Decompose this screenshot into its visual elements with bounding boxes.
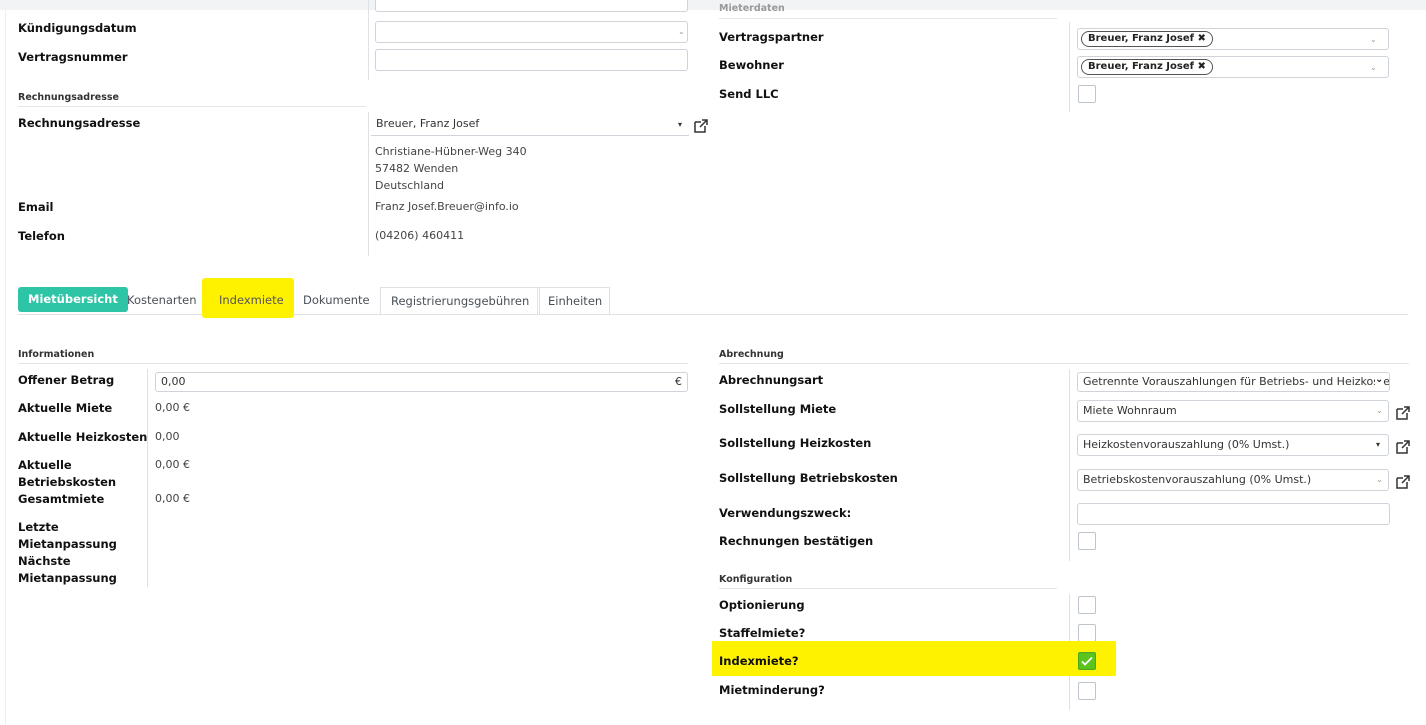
aktuelle-betriebskosten-label-1: Aktuelle xyxy=(18,458,72,472)
verwendungszweck-label: Verwendungszweck: xyxy=(719,506,852,520)
mietminderung-checkbox[interactable] xyxy=(1078,682,1096,700)
sollstellung-betriebskosten-select[interactable]: Betriebskostenvorauszahlung (0% Umst.) xyxy=(1077,469,1389,491)
email-label: Email xyxy=(18,200,54,214)
abrechnungsart-label: Abrechnungsart xyxy=(719,373,824,387)
tab-einheiten[interactable]: Einheiten xyxy=(537,287,610,314)
address-country: Deutschland xyxy=(375,179,445,192)
external-link-icon[interactable] xyxy=(1395,405,1411,421)
offener-betrag-field[interactable]: 0,00 xyxy=(155,372,688,392)
informationen-section: Informationen xyxy=(18,349,95,360)
gesamtmiete-label: Gesamtmiete xyxy=(18,492,105,506)
vertragspartner-tag[interactable]: Breuer, Franz Josef ✖ xyxy=(1081,31,1213,47)
letzte-mietanpassung-label-2: Mietanpassung xyxy=(18,537,117,551)
sollstellung-miete-label: Sollstellung Miete xyxy=(719,402,837,416)
verwendungszweck-field[interactable] xyxy=(1077,503,1390,525)
checkmark-icon xyxy=(1081,656,1093,666)
external-link-icon[interactable] xyxy=(693,118,709,134)
bewohner-label: Bewohner xyxy=(719,58,784,72)
rechnungen-bestaetigen-checkbox[interactable] xyxy=(1078,532,1096,550)
remove-icon[interactable]: ✖ xyxy=(1197,61,1205,72)
mietminderung-label: Mietminderung? xyxy=(719,683,825,697)
aktuelle-miete-value: 0,00 € xyxy=(155,401,190,414)
vertragsnummer-field[interactable] xyxy=(375,49,688,71)
indexmiete-label: Indexmiete? xyxy=(719,654,799,668)
kuendigungsdatum-select[interactable] xyxy=(375,21,688,43)
rechnungsadresse-section: Rechnungsadresse xyxy=(18,92,119,103)
vertragsnummer-label: Vertragsnummer xyxy=(18,50,128,64)
external-link-icon[interactable] xyxy=(1395,474,1411,490)
column-divider xyxy=(1069,369,1070,561)
caret-down-icon: ▾ xyxy=(1376,440,1381,449)
naechste-mietanpassung-label-2: Mietanpassung xyxy=(18,571,117,585)
vertragspartner-label: Vertragspartner xyxy=(719,30,824,44)
email-value: Franz Josef.Breuer@info.io xyxy=(375,200,519,213)
chevron-down-icon: ⌄ xyxy=(1370,35,1377,44)
abrechnungsart-select[interactable]: Getrennte Vorauszahlungen für Betriebs- … xyxy=(1077,372,1390,392)
currency-symbol: € xyxy=(675,375,682,388)
divider xyxy=(18,106,366,107)
top-cut-field[interactable] xyxy=(375,0,688,12)
send-llc-label: Send LLC xyxy=(719,87,779,101)
indexmiete-checkbox[interactable] xyxy=(1078,652,1096,670)
aktuelle-heizkosten-label: Aktuelle Heizkosten xyxy=(18,430,148,444)
kuendigungsdatum-label: Kündigungsdatum xyxy=(18,21,137,35)
chevron-down-icon: ⌄ xyxy=(1375,374,1384,385)
offener-betrag-label: Offener Betrag xyxy=(18,373,115,387)
tab-indexmiete[interactable]: Indexmiete xyxy=(209,287,294,314)
send-llc-checkbox[interactable] xyxy=(1078,85,1096,103)
chevron-down-icon: ⌄ xyxy=(1376,406,1383,415)
chevron-down-icon: ⌄ xyxy=(1376,475,1383,484)
divider xyxy=(719,588,1057,589)
rechnungsadresse-label: Rechnungsadresse xyxy=(18,116,141,130)
caret-down-icon: ▾ xyxy=(678,120,683,129)
tab-dokumente[interactable]: Dokumente xyxy=(293,287,381,314)
tab-mietuebersicht[interactable]: Mietübersicht xyxy=(18,287,128,312)
page-edge xyxy=(5,10,6,725)
tag-label: Breuer, Franz Josef xyxy=(1088,61,1194,72)
sollstellung-miete-select[interactable]: Miete Wohnraum xyxy=(1077,400,1389,422)
konfiguration-section: Konfiguration xyxy=(719,574,793,585)
aktuelle-heizkosten-value: 0,00 xyxy=(155,430,180,443)
staffelmiete-label: Staffelmiete? xyxy=(719,626,806,640)
chevron-down-icon: ⌄ xyxy=(678,27,685,36)
naechste-mietanpassung-label-1: Nächste xyxy=(18,554,71,568)
tab-kostenarten[interactable]: Kostenarten xyxy=(117,287,207,314)
column-divider xyxy=(368,112,369,256)
sollstellung-betriebskosten-label: Sollstellung Betriebskosten xyxy=(719,471,898,485)
divider xyxy=(719,363,1409,364)
column-divider xyxy=(368,0,369,80)
address-city: 57482 Wenden xyxy=(375,162,459,175)
tab-registrierungsgebuehren[interactable]: Registrierungsgebühren xyxy=(380,287,541,314)
chevron-down-icon: ⌄ xyxy=(1370,63,1377,72)
bewohner-tag[interactable]: Breuer, Franz Josef ✖ xyxy=(1081,59,1213,75)
letzte-mietanpassung-label-1: Letzte xyxy=(18,520,59,534)
aktuelle-betriebskosten-label-2: Betriebskosten xyxy=(18,475,117,489)
divider xyxy=(719,18,1057,19)
address-street: Christiane-Hübner-Weg 340 xyxy=(375,145,527,158)
external-link-icon[interactable] xyxy=(1395,439,1411,455)
mieterdaten-section: Mieterdaten xyxy=(719,3,785,14)
remove-icon[interactable]: ✖ xyxy=(1197,33,1205,44)
column-divider xyxy=(147,369,148,587)
aktuelle-betriebskosten-value: 0,00 € xyxy=(155,458,190,471)
optionierung-label: Optionierung xyxy=(719,598,805,612)
rechnungsadresse-select[interactable]: Breuer, Franz Josef xyxy=(371,114,689,136)
column-divider xyxy=(1069,22,1070,112)
abrechnung-section: Abrechnung xyxy=(719,349,784,360)
optionierung-checkbox[interactable] xyxy=(1078,596,1096,614)
gesamtmiete-value: 0,00 € xyxy=(155,492,190,505)
staffelmiete-checkbox[interactable] xyxy=(1078,624,1096,642)
sollstellung-heizkosten-label: Sollstellung Heizkosten xyxy=(719,436,872,450)
sollstellung-heizkosten-select[interactable]: Heizkostenvorauszahlung (0% Umst.) xyxy=(1077,434,1389,456)
telefon-label: Telefon xyxy=(18,229,65,243)
tag-label: Breuer, Franz Josef xyxy=(1088,33,1194,44)
aktuelle-miete-label: Aktuelle Miete xyxy=(18,401,113,415)
divider xyxy=(18,363,688,364)
rechnungen-bestaetigen-label: Rechnungen bestätigen xyxy=(719,534,874,548)
telefon-value: (04206) 460411 xyxy=(375,229,465,242)
top-strip xyxy=(0,0,1426,10)
